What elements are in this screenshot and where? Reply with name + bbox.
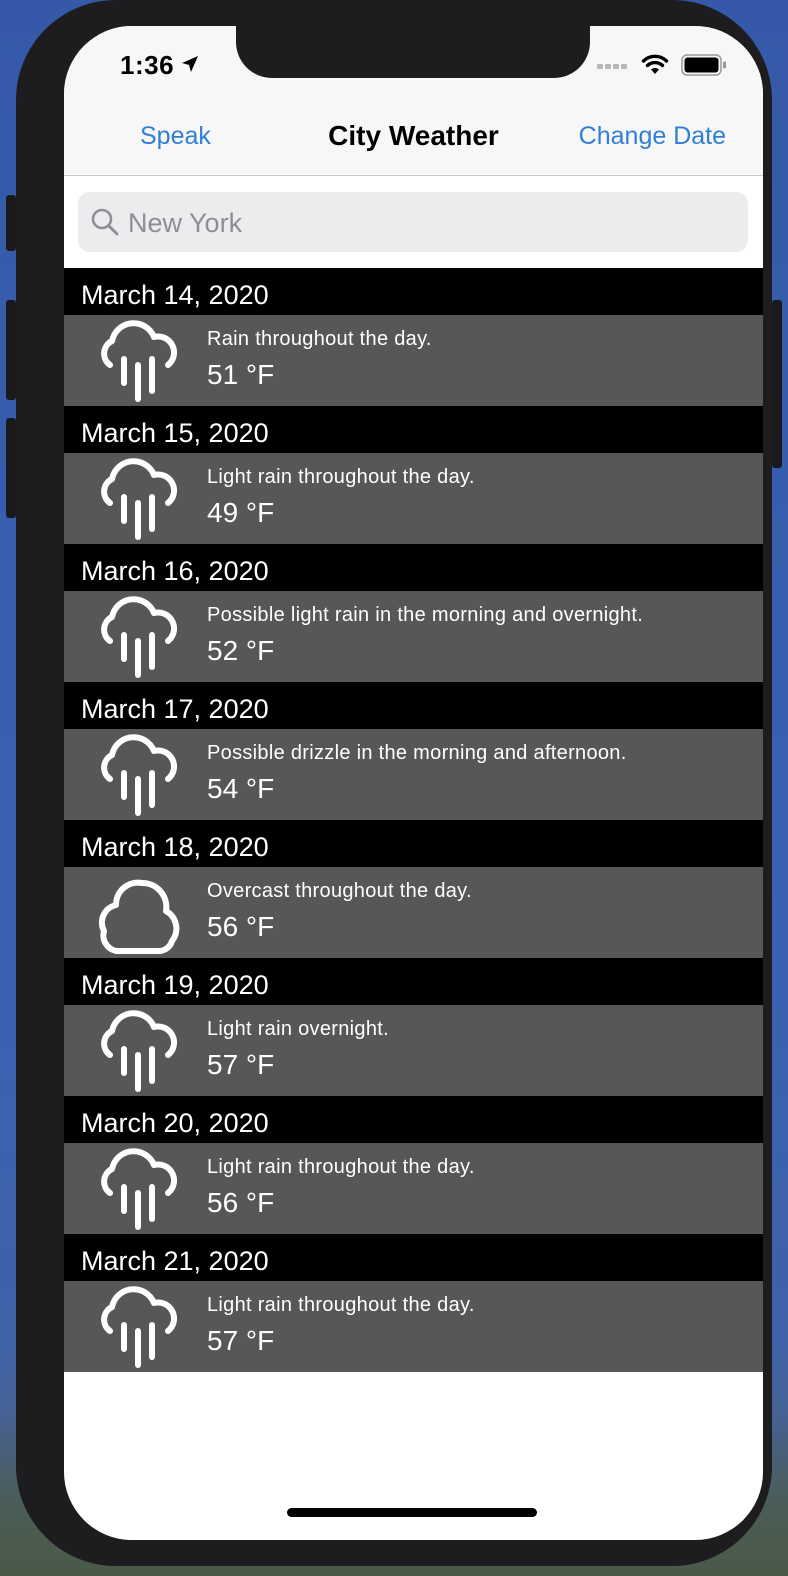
section-header-date: March 16, 2020: [64, 544, 763, 591]
forecast-row[interactable]: Light rain throughout the day. 56 °F: [64, 1143, 763, 1234]
cloud-icon: [96, 871, 182, 955]
forecast-row[interactable]: Overcast throughout the day. 56 °F: [64, 867, 763, 958]
forecast-temperature: 56 °F: [207, 1187, 275, 1218]
rain-icon: [96, 1285, 182, 1369]
forecast-summary: Possible drizzle in the morning and afte…: [207, 742, 627, 764]
volume-up-button: [6, 300, 16, 400]
section-header-date: March 17, 2020: [64, 682, 763, 729]
rain-icon: [96, 319, 182, 403]
search-field[interactable]: [78, 192, 748, 254]
section-header-date: March 15, 2020: [64, 406, 763, 453]
rain-icon: [96, 457, 182, 541]
forecast-temperature: 52 °F: [207, 635, 275, 666]
forecast-temperature: 57 °F: [207, 1325, 275, 1356]
silent-switch: [6, 195, 16, 251]
rain-icon: [96, 733, 182, 817]
forecast-summary: Light rain throughout the day.: [207, 1294, 475, 1316]
section-header-date: March 19, 2020: [64, 958, 763, 1005]
forecast-row[interactable]: Light rain throughout the day. 57 °F: [64, 1281, 763, 1372]
forecast-summary: Overcast throughout the day.: [207, 880, 472, 902]
section-header-date: March 18, 2020: [64, 820, 763, 867]
forecast-summary: Rain throughout the day.: [207, 328, 432, 350]
home-indicator[interactable]: [287, 1508, 537, 1517]
forecast-row[interactable]: Rain throughout the day. 51 °F: [64, 315, 763, 406]
rain-icon: [96, 1147, 182, 1231]
section-header-date: March 14, 2020: [64, 268, 763, 315]
search-bar: [64, 176, 763, 268]
search-input[interactable]: [126, 192, 730, 254]
search-icon: [91, 208, 119, 236]
forecast-summary: Light rain throughout the day.: [207, 1156, 475, 1178]
forecast-temperature: 49 °F: [207, 497, 275, 528]
battery-icon: [681, 54, 726, 76]
forecast-summary: Light rain throughout the day.: [207, 466, 475, 488]
rain-icon: [96, 595, 182, 679]
forecast-list: March 14, 2020 Rain throughout the day. 51…: [64, 268, 763, 1372]
device-notch: [236, 26, 590, 78]
forecast-row[interactable]: Light rain throughout the day. 49 °F: [64, 453, 763, 544]
forecast-row[interactable]: Possible light rain in the morning and o…: [64, 591, 763, 682]
forecast-temperature: 56 °F: [207, 911, 275, 942]
phone-screen: 1:36 Speak City Weather Change Date New …: [64, 26, 763, 1540]
change-date-button[interactable]: Change Date: [579, 122, 726, 151]
section-header-date: March 20, 2020: [64, 1096, 763, 1143]
status-time: 1:36: [120, 50, 175, 80]
phone-frame: 1:36 Speak City Weather Change Date New …: [16, 0, 772, 1566]
power-button: [772, 300, 782, 468]
status-icons: [597, 54, 727, 76]
location-arrow-icon: [182, 56, 198, 72]
volume-down-button: [6, 418, 16, 518]
rain-icon: [96, 1009, 182, 1093]
forecast-temperature: 57 °F: [207, 1049, 275, 1080]
section-header-date: March 21, 2020: [64, 1234, 763, 1281]
cellular-signal-icon: [597, 64, 627, 69]
forecast-temperature: 54 °F: [207, 773, 275, 804]
forecast-summary: Possible light rain in the morning and o…: [207, 604, 644, 626]
forecast-row[interactable]: Possible drizzle in the morning and afte…: [64, 729, 763, 820]
forecast-summary: Light rain overnight.: [207, 1018, 389, 1040]
forecast-temperature: 51 °F: [207, 359, 275, 390]
wifi-icon: [641, 54, 669, 74]
forecast-row[interactable]: Light rain overnight. 57 °F: [64, 1005, 763, 1096]
